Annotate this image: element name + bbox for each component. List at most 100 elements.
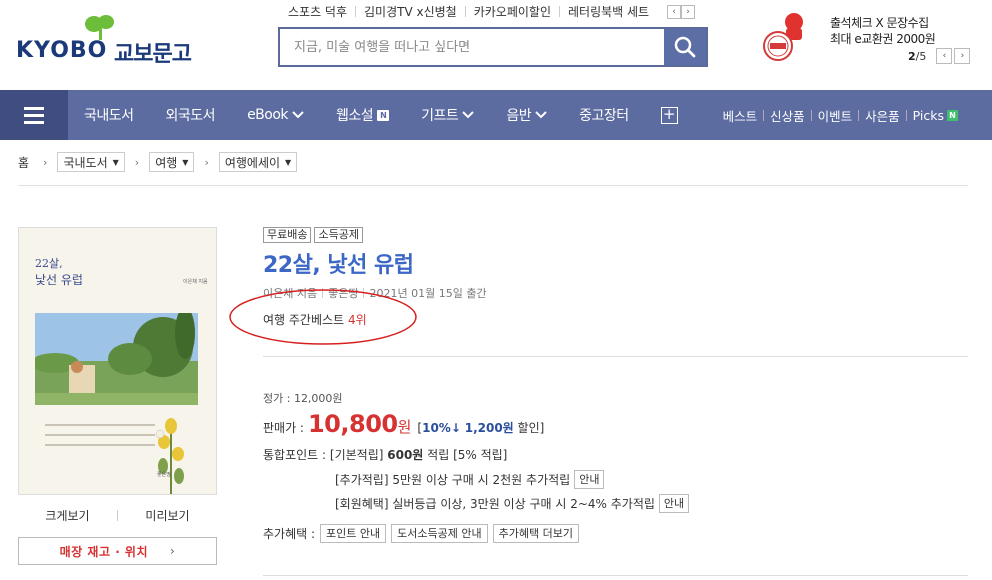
sale-price-unit: 원 — [397, 418, 412, 436]
book-title: 22살, 낯선 유럽 — [263, 253, 414, 278]
book-tags: 무료배송 소득공제 — [263, 227, 363, 243]
preview-link[interactable]: 미리보기 — [118, 507, 217, 524]
member-benefit-row: [회원혜택] 실버등급 이상, 3만원 이상 구매 시 2~4% 추가적립 안내 — [335, 494, 690, 513]
divider — [263, 575, 968, 576]
extra-points-text: [추가적립] 5만원 이상 구매 시 2천원 추가적립 — [335, 473, 571, 487]
next-arrow-icon[interactable]: › — [954, 48, 971, 64]
logo-text: KYOBO — [16, 38, 108, 63]
points-basic: [기본적립] — [329, 448, 384, 462]
extra-points-row: [추가적립] 5만원 이상 구매 시 2천원 추가적립 안내 — [335, 470, 605, 489]
sale-price-value: 10,800 — [307, 410, 398, 438]
promo-line1: 출석체크 X 문장수집 — [830, 16, 929, 30]
breadcrumb: 홈 › 국내도서 ▼ › 여행 ▼ › 여행에세이 ▼ — [18, 152, 307, 172]
tax-deduction-guide-button[interactable]: 도서소득공제 안내 — [391, 524, 488, 543]
search-icon — [674, 36, 696, 58]
cover-blurb — [45, 424, 155, 454]
nav-item-ebook[interactable]: eBook — [231, 107, 320, 123]
chevron-down-icon — [535, 111, 547, 119]
points-rest: 적립 [5% 적립] — [427, 448, 508, 462]
book-cover[interactable]: 22살, 낯선 유럽 이은채 지음 좋은땅 — [18, 227, 217, 495]
chevron-right-icon: › — [134, 155, 140, 169]
nav-item-used[interactable]: 중고장터 — [563, 105, 645, 125]
nav-link-new[interactable]: 신상품 — [764, 106, 811, 125]
promo-page-total: /5 — [915, 49, 927, 63]
prev-arrow-icon[interactable]: ‹ — [667, 4, 682, 19]
chevron-right-icon: › — [170, 544, 176, 558]
cover-title-line1: 22살, — [35, 257, 63, 270]
search-button[interactable] — [664, 29, 706, 65]
member-benefit-text: [회원혜택] 실버등급 이상, 3만원 이상 구매 시 2~4% 추가적립 — [335, 497, 655, 511]
new-badge: N — [377, 109, 390, 121]
tag-tax-deduction: 소득공제 — [314, 227, 363, 243]
quick-links: 스포츠 덕후 김미경TV x신병철 카카오페이할인 레터링북백 세트 ‹ › — [280, 3, 696, 20]
store-stock-label: 매장 재고 · 위치 — [59, 544, 149, 559]
additional-benefits-row: 추가혜택 : 포인트 안내 도서소득공제 안내 추가혜택 더보기 — [263, 524, 579, 543]
prev-arrow-icon[interactable]: ‹ — [936, 48, 953, 64]
nav-right-links: 베스트 신상품 이벤트 사은품 Picks N — [717, 90, 964, 140]
divider — [18, 185, 968, 186]
cover-photo — [35, 313, 198, 405]
discount-amount: 1,200원 — [464, 421, 514, 435]
quick-link[interactable]: 김미경TV x신병철 — [356, 3, 465, 20]
new-badge: N — [947, 109, 958, 121]
quick-link[interactable]: 레터링북백 세트 — [560, 3, 657, 20]
points-label: 통합포인트 : — [263, 448, 327, 462]
promo-banner[interactable]: 출석체크 X 문장수집 최대 e교환권 2000원 2 /5 ‹ › — [760, 8, 980, 70]
chevron-right-icon: › — [204, 155, 209, 169]
points-value: 600원 — [387, 448, 424, 462]
nav-item-gift[interactable]: 기프트 — [405, 105, 490, 125]
chevron-down-icon — [462, 111, 475, 119]
additional-benefits-label: 추가혜택 : — [263, 527, 316, 541]
cover-publisher: 좋은땅 — [157, 472, 171, 478]
caret-down-icon: ▼ — [285, 157, 292, 167]
more-benefits-button[interactable]: 추가혜택 더보기 — [492, 524, 579, 543]
search-input[interactable] — [280, 29, 664, 65]
hamburger-menu-icon[interactable] — [0, 90, 68, 140]
promo-line2: 최대 e교환권 2000원 — [830, 32, 936, 46]
sale-price-row: 판매가 : 10,800 원 [10%↓ 1,200원 할인] — [263, 410, 544, 438]
cover-author: 이은채 지음 — [183, 279, 208, 285]
points-guide-button[interactable]: 포인트 안내 — [320, 524, 387, 543]
plus-icon[interactable]: + — [660, 106, 678, 124]
next-arrow-icon[interactable]: › — [681, 4, 696, 19]
nav-link-picks[interactable]: Picks N — [907, 108, 964, 123]
nav-item-domestic[interactable]: 국내도서 — [68, 105, 150, 125]
divider — [263, 356, 968, 357]
nav-item-webnovel[interactable]: 웹소설 N — [320, 105, 405, 125]
sale-price-label: 판매가 : — [263, 421, 304, 435]
quick-link-pager: ‹ › — [667, 4, 696, 19]
quick-link[interactable]: 스포츠 덕후 — [280, 3, 355, 20]
extra-points-guide-button[interactable]: 안내 — [574, 470, 605, 489]
cover-title-line2: 낯선 유럽 — [35, 273, 83, 287]
breadcrumb-home[interactable]: 홈 — [18, 154, 29, 171]
promo-pager: 2 /5 ‹ › — [908, 48, 971, 64]
breadcrumb-dropdown-travel[interactable]: 여행 ▼ — [149, 152, 195, 172]
caret-down-icon: ▼ — [182, 157, 189, 167]
list-price: 정가 : 12,000원 — [263, 392, 343, 405]
member-benefit-guide-button[interactable]: 안내 — [658, 494, 690, 513]
store-stock-button[interactable]: 매장 재고 · 위치 › — [18, 537, 217, 565]
zoom-link[interactable]: 크게보기 — [18, 507, 117, 524]
nav-link-best[interactable]: 베스트 — [717, 106, 764, 125]
chevron-down-icon — [292, 111, 304, 119]
nav-item-foreign[interactable]: 외국도서 — [150, 105, 232, 125]
discount-pct: 10%↓ — [422, 421, 461, 435]
flower-illustration — [155, 418, 184, 494]
breadcrumb-dropdown-travel-essay[interactable]: 여행에세이 ▼ — [218, 152, 298, 172]
nav-link-event[interactable]: 이벤트 — [812, 106, 859, 125]
chevron-right-icon: › — [43, 155, 48, 169]
highlight-circle-annotation — [229, 289, 417, 345]
tag-free-shipping: 무료배송 — [263, 227, 312, 243]
nav-item-music[interactable]: 음반 — [490, 105, 563, 125]
logo-korean: 교보문고 — [114, 42, 192, 67]
stamp-icon — [763, 13, 803, 61]
nav-link-gift[interactable]: 사은품 — [859, 106, 906, 125]
cover-links: 크게보기 미리보기 — [18, 507, 217, 524]
discount-info: [10%↓ 1,200원 할인] — [417, 421, 545, 435]
search-box — [278, 27, 708, 67]
main-nav: 국내도서 외국도서 eBook 웹소설 N 기프트 음반 중고장터 + 베스트 … — [0, 90, 992, 140]
quick-link[interactable]: 카카오페이할인 — [466, 3, 559, 20]
caret-down-icon: ▼ — [112, 157, 119, 167]
kyobo-logo[interactable]: KYOBO 교보문고 — [16, 10, 196, 67]
breadcrumb-dropdown-domestic[interactable]: 국내도서 ▼ — [57, 152, 125, 172]
